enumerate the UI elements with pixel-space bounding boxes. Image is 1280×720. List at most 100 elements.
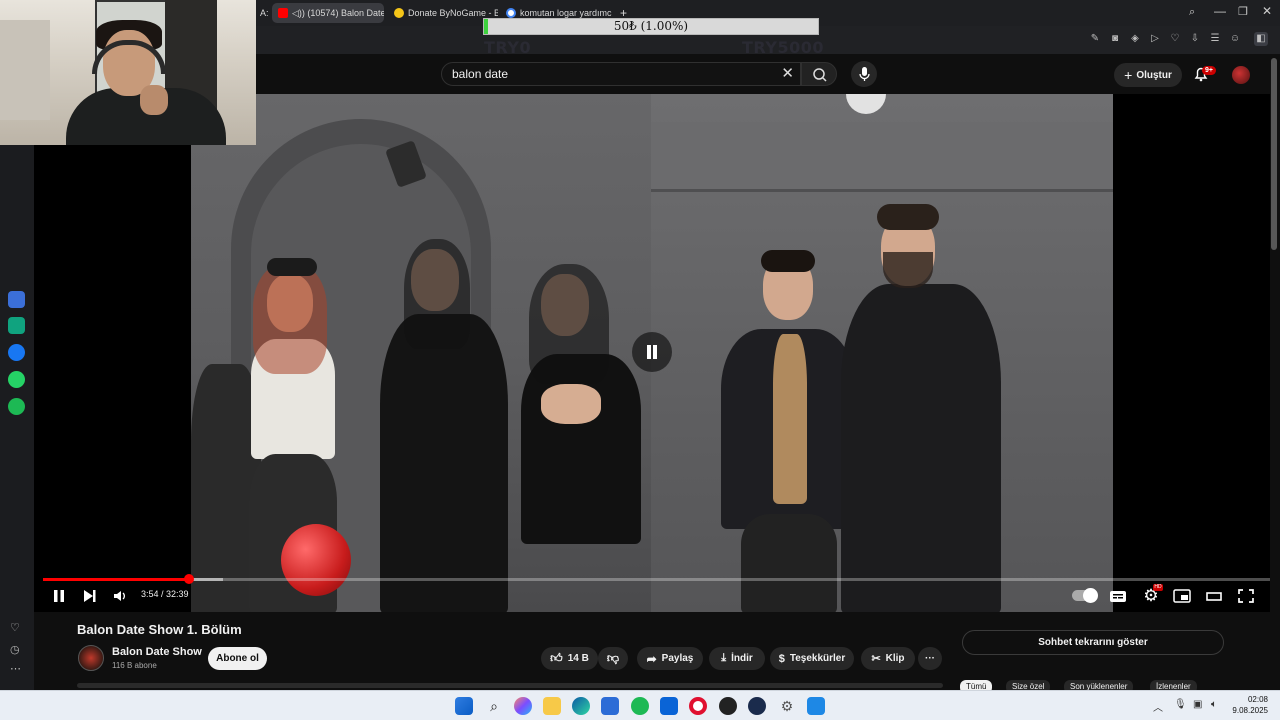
create-button[interactable]: + Oluştur [1114, 63, 1182, 87]
sidebar-toggle-icon[interactable]: ◧ [1254, 32, 1268, 46]
play-pause-button[interactable] [51, 586, 67, 606]
whatsapp-icon[interactable] [8, 371, 25, 388]
channel-name[interactable]: Balon Date Show [112, 646, 202, 658]
browser-tab-active[interactable]: ◁)) (10574) Balon Date Sh [272, 3, 384, 23]
more-actions-label: ··· [925, 653, 935, 664]
like-button[interactable]: 👍︎ 14 B [541, 647, 598, 670]
edge-icon[interactable] [572, 697, 590, 715]
bynogame-favicon-icon [394, 8, 404, 18]
subscribe-button[interactable]: Abone ol [208, 647, 267, 670]
scene-beam [651, 122, 1113, 192]
streamer-hand [140, 85, 168, 115]
browser-tab[interactable]: Donate ByNoGame - BNG [388, 3, 498, 23]
hd-badge: HD [1153, 584, 1163, 591]
donation-min-label: TRY0 [484, 38, 532, 57]
theater-mode-button[interactable] [1204, 586, 1224, 606]
clock-date[interactable]: 9.08.2025 [1232, 706, 1268, 715]
progress-bar[interactable] [43, 574, 1270, 584]
download-button[interactable]: ⤓ İndir [709, 647, 765, 670]
plus-icon: + [1124, 67, 1133, 83]
super-thanks-icon: $ [778, 652, 785, 665]
tray-chevron-icon[interactable]: ︿ [1153, 699, 1163, 714]
menu-icon[interactable]: ☰ [1208, 32, 1222, 46]
account-avatar[interactable] [1232, 66, 1250, 84]
search-tabs-icon[interactable]: ⌕ [1189, 6, 1195, 19]
history-icon[interactable]: ◷ [10, 643, 20, 656]
close-window-icon[interactable]: ✕ [1262, 4, 1272, 18]
share-icon: ➦ [646, 651, 657, 666]
chatgpt-icon[interactable] [8, 317, 25, 334]
clock-time[interactable]: 02:08 [1248, 695, 1268, 704]
channel-avatar[interactable] [78, 645, 104, 671]
spotify-taskbar-icon[interactable] [631, 697, 649, 715]
minimize-icon[interactable]: — [1214, 4, 1226, 18]
autoplay-toggle[interactable] [1072, 588, 1098, 603]
speaker-tray-icon[interactable]: 🔈︎ [1211, 699, 1217, 710]
app-tray-icon[interactable]: ▣ [1193, 699, 1202, 710]
screenshot-icon[interactable]: ◙ [1108, 32, 1122, 46]
extension-icon[interactable]: ✎ [1088, 32, 1102, 46]
windows-taskbar: ⌕ ⚙ ︿ 🎙︎ ▣ 🔈︎ 02:08 9.08.2025 [0, 690, 1280, 720]
next-button[interactable] [81, 586, 99, 606]
thanks-button[interactable]: $ Teşekkürler [770, 647, 854, 670]
show-chat-replay-button[interactable]: Sohbet tekrarını göster [962, 630, 1224, 655]
profile-icon[interactable]: ☺ [1228, 32, 1242, 46]
pause-indicator-icon[interactable] [632, 332, 672, 372]
dislike-button[interactable]: 👎︎ [598, 647, 628, 670]
browser-sidebar: ♡ ◷ ⋯ [0, 145, 34, 690]
clip-label: Klip [885, 653, 905, 664]
page-scrollbar[interactable] [1271, 58, 1277, 250]
file-explorer-icon[interactable] [543, 697, 561, 715]
person-silhouette [366, 239, 516, 612]
play-icon[interactable]: ▷ [1148, 32, 1162, 46]
messenger-icon[interactable] [8, 344, 25, 361]
video-title: Balon Date Show 1. Bölüm [77, 622, 242, 637]
search-input[interactable] [452, 67, 772, 81]
person-silhouette [831, 204, 1001, 612]
search-box: ✕ [441, 62, 801, 86]
settings-button[interactable]: ⚙ HD [1141, 584, 1163, 606]
clip-button[interactable]: ✂ Klip [861, 647, 915, 670]
miniplayer-icon [1173, 589, 1191, 603]
browser-tab[interactable]: A: [254, 3, 270, 23]
download-label: İndir [731, 653, 753, 664]
share-button[interactable]: ➦ Paylaş [637, 647, 703, 670]
miniplayer-button[interactable] [1172, 586, 1192, 606]
donation-goal-bar: 50₺ (1.00%) [483, 18, 819, 35]
donation-goal-label: 50₺ (1.00%) [613, 19, 689, 33]
search-button[interactable] [801, 62, 837, 86]
app-taskbar-icon[interactable] [807, 697, 825, 715]
subtitles-button[interactable] [1108, 586, 1128, 606]
fullscreen-button[interactable] [1236, 586, 1256, 606]
person-silhouette [511, 264, 651, 612]
settings-taskbar-icon[interactable]: ⚙ [778, 697, 796, 715]
more-icon[interactable]: ⋯ [10, 662, 21, 675]
outlook-icon[interactable] [660, 697, 678, 715]
download-icon[interactable]: ⇩ [1188, 32, 1202, 46]
heart-icon[interactable]: ♡ [10, 621, 20, 634]
taskbar-search-icon[interactable]: ⌕ [485, 697, 503, 715]
microphone-icon [859, 67, 870, 81]
subscriber-count: 116 B abone [112, 661, 157, 670]
shield-icon[interactable]: ◈ [1128, 32, 1142, 46]
scrubber-handle[interactable] [184, 574, 194, 584]
spotify-icon[interactable] [8, 398, 25, 415]
aria-icon[interactable] [8, 291, 25, 308]
voice-search-button[interactable] [851, 61, 877, 87]
restore-icon[interactable]: ❐ [1238, 5, 1248, 18]
microphone-tray-icon[interactable]: 🎙︎ [1174, 699, 1187, 710]
vpn-icon[interactable] [748, 697, 766, 715]
favorite-icon[interactable]: ♡ [1168, 32, 1182, 46]
google-favicon-icon [506, 8, 516, 18]
like-count: 14 B [567, 653, 589, 664]
obs-icon[interactable] [719, 697, 737, 715]
red-balloon [281, 524, 351, 596]
store-icon[interactable] [601, 697, 619, 715]
mute-button[interactable] [111, 586, 129, 606]
copilot-icon[interactable] [514, 697, 532, 715]
windows-start-icon[interactable] [455, 697, 473, 715]
captions-icon [1110, 591, 1126, 602]
more-actions-button[interactable]: ··· [918, 647, 942, 670]
clear-search-icon[interactable]: ✕ [781, 66, 794, 82]
opera-icon[interactable] [689, 697, 707, 715]
